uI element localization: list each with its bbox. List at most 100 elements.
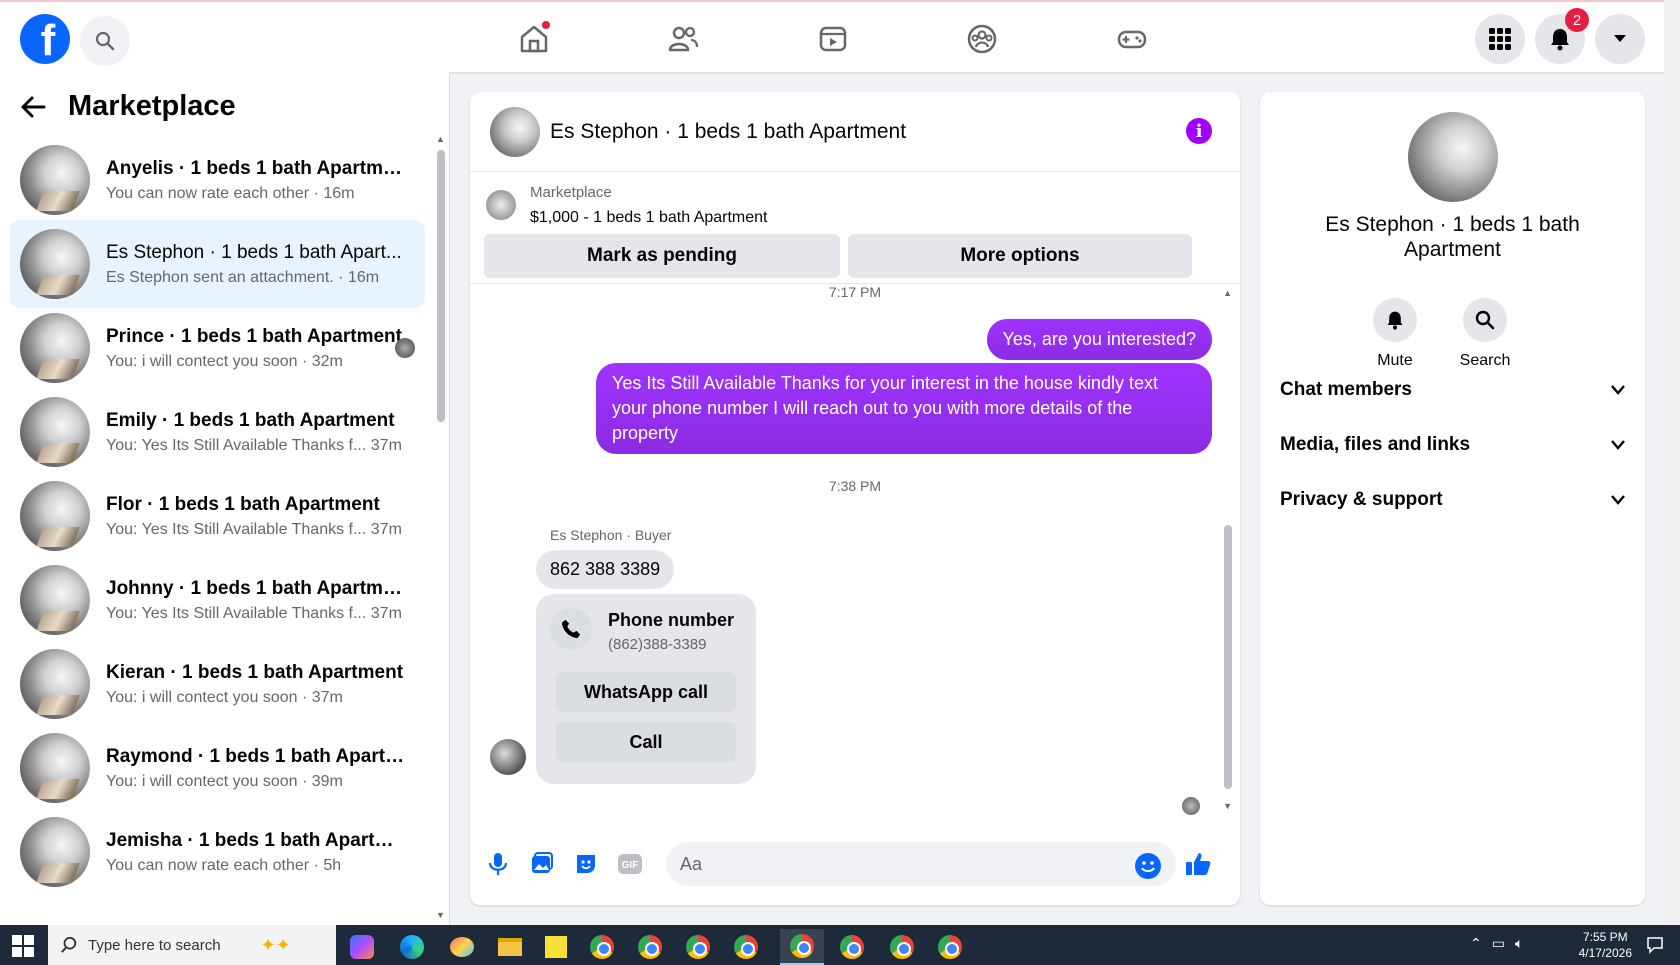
conversation-item[interactable]: Prince · 1 beds 1 bath Apartment You: i w… (10, 304, 425, 392)
edge-icon (400, 935, 424, 959)
notifications-button[interactable]: 2 (1535, 8, 1589, 64)
grid-menu-icon (1489, 28, 1511, 50)
nav-watch[interactable] (814, 20, 852, 58)
windows-start-icon[interactable] (12, 935, 34, 957)
like-button[interactable] (1184, 850, 1212, 878)
sidebar-header: Marketplace (20, 90, 236, 123)
chrome-app[interactable] (676, 929, 720, 965)
outgoing-message[interactable]: Yes Its Still Available Thanks for your … (596, 363, 1212, 454)
conversation-item[interactable]: Jemisha · 1 beds 1 bath Apartment You can… (10, 808, 425, 896)
chevron-down-icon (1611, 385, 1625, 395)
photo-icon (532, 852, 553, 873)
window-scrollbar[interactable] (1664, 0, 1680, 925)
emoji-button[interactable] (1135, 853, 1161, 879)
paint-app[interactable] (440, 929, 484, 965)
attach-photo-button[interactable] (528, 850, 556, 878)
account-button[interactable] (1595, 14, 1645, 64)
search-button[interactable] (80, 16, 130, 66)
scroll-down-arrow[interactable]: ▼ (436, 910, 445, 920)
profile-avatar[interactable] (1408, 112, 1498, 202)
chat-avatar[interactable] (490, 106, 540, 157)
scroll-up-arrow[interactable]: ▲ (436, 134, 445, 144)
message-input[interactable] (666, 842, 1176, 886)
conversation-item[interactable]: Johnny · 1 beds 1 bath Apartment You: Yes… (10, 556, 425, 644)
copilot-app[interactable] (340, 929, 384, 965)
phone-icon (561, 619, 581, 639)
sidebar-scrollbar[interactable] (437, 150, 445, 422)
conversation-item[interactable]: Flor · 1 beds 1 bath Apartment You: Yes I… (10, 472, 425, 560)
taskbar-search-box[interactable]: Type here to search ✦✦ (48, 925, 336, 965)
chat-scrollbar[interactable] (1224, 525, 1232, 789)
conversation-item[interactable]: Kieran · 1 beds 1 bath Apartment You: i w… (10, 640, 425, 728)
bell-icon (1387, 311, 1403, 330)
sidebar-title: Marketplace (68, 90, 236, 122)
chrome-app[interactable] (830, 929, 874, 965)
nav-groups[interactable] (963, 20, 1001, 58)
mark-as-pending-button[interactable]: Mark as pending (484, 234, 840, 278)
home-notification-dot (541, 20, 551, 30)
scroll-down-arrow[interactable]: ▼ (1223, 801, 1232, 811)
whatsapp-call-button[interactable]: WhatsApp call (556, 672, 736, 712)
search-action[interactable]: Search (1445, 298, 1525, 370)
chrome-icon (734, 935, 758, 959)
section-privacy-support[interactable]: Privacy & support (1280, 480, 1625, 520)
gif-button[interactable]: GIF (616, 850, 644, 878)
listing-price[interactable]: $1,000 - 1 beds 1 bath Apartment (530, 209, 768, 227)
scroll-up-arrow[interactable]: ▲ (1223, 288, 1232, 298)
conversation-preview: You: Yes Its Still Available Thanks f...… (106, 520, 402, 538)
network-icon[interactable]: ▭ (1492, 935, 1505, 952)
section-chat-members[interactable]: Chat members (1280, 370, 1625, 410)
listing-thumbnail[interactable] (486, 190, 516, 220)
info-icon[interactable]: i (1186, 118, 1212, 144)
outgoing-message[interactable]: Yes, are you interested? (986, 319, 1212, 360)
conversation-name: Prince · 1 beds 1 bath Apartment (106, 325, 402, 347)
nav-gaming[interactable] (1113, 20, 1151, 58)
chrome-app[interactable] (928, 929, 972, 965)
chat-title[interactable]: Es Stephon · 1 beds 1 bath Apartment (550, 120, 906, 144)
incoming-message[interactable]: 862 388 3389 (536, 550, 675, 589)
conversation-name: Johnny · 1 beds 1 bath Apartment (106, 577, 406, 599)
timestamp: 7:38 PM (828, 478, 882, 494)
chrome-app-active[interactable] (780, 929, 824, 965)
notification-center-icon[interactable] (1646, 936, 1664, 954)
chevron-down-icon (1611, 440, 1625, 450)
back-arrow-icon[interactable] (20, 95, 46, 119)
chrome-app[interactable] (724, 929, 768, 965)
file-explorer-app[interactable] (488, 929, 532, 965)
chrome-icon (840, 935, 864, 959)
section-media-files-links[interactable]: Media, files and links (1280, 425, 1625, 465)
sticky-notes-app[interactable] (534, 929, 578, 965)
chrome-app[interactable] (628, 929, 672, 965)
conversation-item-active[interactable]: Es Stephon · 1 beds 1 bath Apart... Es St… (10, 220, 425, 308)
nav-friends[interactable] (664, 20, 702, 58)
facebook-logo[interactable]: f (20, 14, 70, 64)
call-button[interactable]: Call (556, 722, 736, 762)
bell-icon (1551, 29, 1569, 51)
sender-avatar[interactable] (490, 739, 526, 775)
voice-clip-button[interactable] (484, 850, 512, 878)
volume-icon[interactable]: 🔈︎ (1515, 935, 1523, 952)
conversation-name: Anyelis · 1 beds 1 bath Apartment (106, 157, 406, 179)
mute-button[interactable] (1373, 298, 1417, 342)
paint-icon (450, 937, 474, 957)
conversation-preview: You: Yes Its Still Available Thanks f...… (106, 436, 402, 454)
more-options-button[interactable]: More options (848, 234, 1192, 278)
system-tray[interactable]: ⌃ ▭ 🔈︎ (1470, 935, 1523, 952)
svg-text:GIF: GIF (622, 860, 639, 871)
chrome-app[interactable] (880, 929, 924, 965)
edge-app[interactable] (390, 929, 434, 965)
nav-home[interactable] (515, 20, 553, 58)
thumbs-up-icon (1186, 853, 1211, 875)
menu-button[interactable] (1475, 14, 1525, 64)
conversation-item[interactable]: Anyelis · 1 beds 1 bath Apartment You can… (10, 136, 425, 224)
conversation-item[interactable]: Emily · 1 beds 1 bath Apartment You: Yes … (10, 388, 425, 476)
sticker-button[interactable] (572, 850, 600, 878)
message-list: 7:17 PM Yes, are you interested? Yes Its… (470, 284, 1240, 815)
search-in-conversation-button[interactable] (1463, 298, 1507, 342)
mute-action[interactable]: Mute (1355, 298, 1435, 370)
chrome-app[interactable] (580, 929, 624, 965)
conversation-item[interactable]: Raymond · 1 beds 1 bath Apartm... You: i … (10, 724, 425, 812)
card-title: Phone number (608, 610, 735, 630)
chevron-up-icon[interactable]: ⌃ (1470, 935, 1482, 952)
taskbar-clock[interactable]: 7:55 PM 4/17/2026 (1579, 929, 1632, 961)
